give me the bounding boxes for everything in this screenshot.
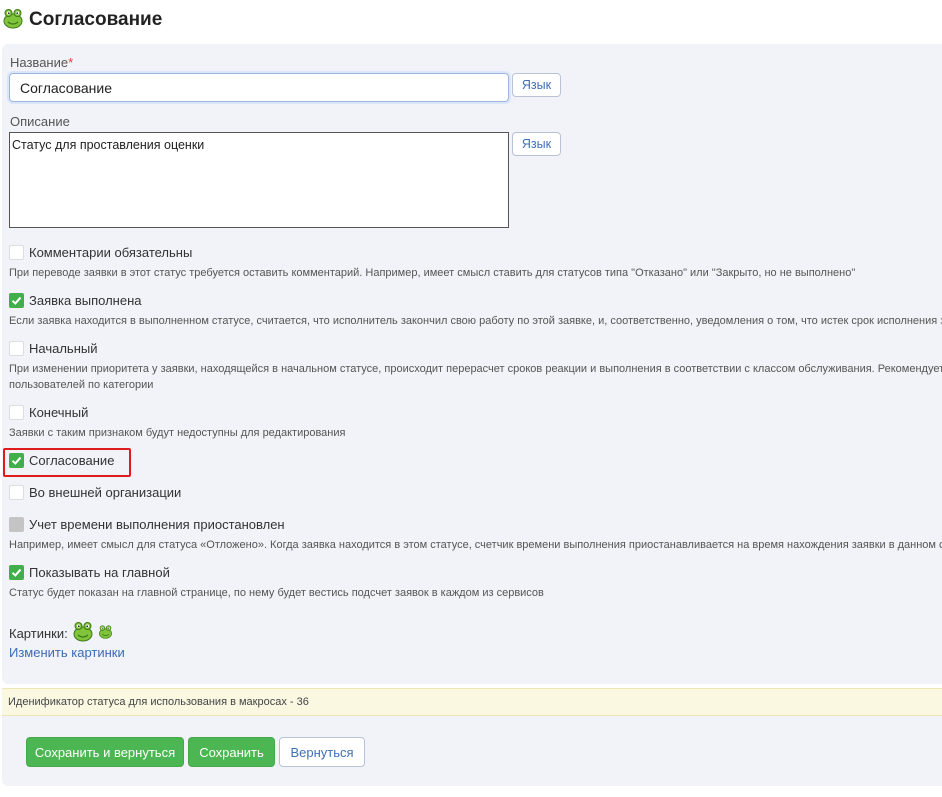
check-icon [11,296,22,305]
option-request-completed[interactable]: Заявка выполнена [9,293,141,308]
option-comments-required[interactable]: Комментарии обязательны [9,245,192,260]
option-label: Конечный [29,405,89,420]
save-and-return-button[interactable]: Сохранить и вернуться [26,737,184,767]
name-lang-button[interactable]: Язык [512,73,561,97]
checkbox-time-paused [9,517,24,532]
name-label: Название* [10,55,73,70]
frog-small-icon [98,624,113,644]
frog-large-icon [72,620,94,647]
option-time-paused: Учет времени выполнения приостановлен [9,517,285,532]
option-show-on-main[interactable]: Показывать на главной [9,565,170,580]
highlight-box [3,448,131,477]
page-title: Согласование [29,9,163,30]
option-initial[interactable]: Начальный [9,341,97,356]
option-label: Заявка выполнена [29,293,142,308]
change-pictures-link[interactable]: Изменить картинки [9,645,125,660]
checkbox-request-completed[interactable] [9,293,24,308]
option-hint: Статус будет показан на главной странице… [9,587,544,599]
option-hint: При переводе заявки в этот статус требуе… [9,267,856,279]
option-hint: Заявки с таким признаком будут недоступн… [9,427,346,439]
check-icon [11,568,22,577]
name-label-text: Название [10,55,69,70]
option-label: Во внешней организации [29,485,182,500]
frog-icon [2,7,24,34]
option-final[interactable]: Конечный [9,405,88,420]
checkbox-final[interactable] [9,405,24,420]
description-label: Описание [10,114,70,129]
option-label: Начальный [29,341,98,356]
back-button[interactable]: Вернуться [279,737,365,767]
page-header: Согласование [2,6,162,34]
checkbox-external-org[interactable] [9,485,24,500]
option-label: Учет времени выполнения приостановлен [29,517,285,532]
option-hint: При изменении приоритета у заявки, наход… [9,363,942,375]
option-hint-continued: пользователей по категории [9,379,154,391]
checkbox-comments-required[interactable] [9,245,24,260]
pictures-row: Картинки: [9,620,113,647]
description-lang-button[interactable]: Язык [512,132,561,156]
option-hint: Например, имеет смысл для статуса «Отлож… [9,539,942,551]
status-id-info: Иденификатор статуса для использования в… [2,688,942,716]
checkbox-initial[interactable] [9,341,24,356]
option-hint: Если заявка находится в выполненном стат… [9,315,942,327]
checkbox-show-on-main[interactable] [9,565,24,580]
required-mark: * [68,55,74,70]
description-textarea[interactable]: Статус для проставления оценки [9,132,509,228]
option-label: Показывать на главной [29,565,170,580]
name-input[interactable] [9,73,509,102]
option-label: Комментарии обязательны [29,245,193,260]
option-external-org[interactable]: Во внешней организации [9,485,181,500]
pictures-label: Картинки: [9,626,68,641]
save-button[interactable]: Сохранить [188,737,275,767]
